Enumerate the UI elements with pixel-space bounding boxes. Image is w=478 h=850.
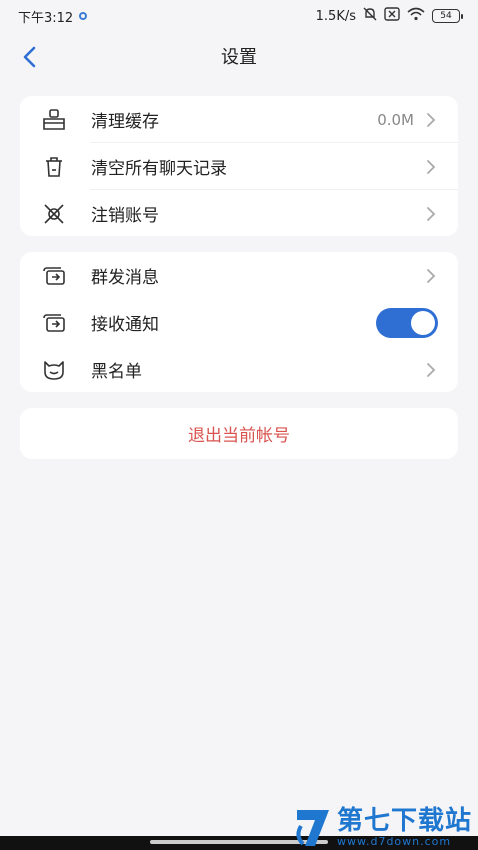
chevron-right-icon [424, 206, 438, 222]
settings-item-label: 黑名单 [91, 362, 142, 382]
notification-icon [40, 309, 68, 337]
cache-size-value: 0.0M [377, 110, 414, 129]
chevron-right-icon [424, 268, 438, 284]
settings-item-label: 注销账号 [91, 206, 159, 226]
settings-item-receive-notifications: 接收通知 [20, 299, 458, 346]
settings-item-clear-chat-history[interactable]: 清空所有聊天记录 [20, 143, 458, 190]
watermark-url: www.d7down.com [336, 834, 452, 848]
trash-icon [40, 153, 68, 181]
back-button[interactable] [14, 42, 44, 72]
notification-toggle[interactable] [376, 307, 438, 338]
status-left: 下午3:12 [18, 7, 88, 26]
chevron-right-icon [424, 159, 438, 175]
settings-item-label: 清理缓存 [91, 112, 159, 132]
settings-item-label: 群发消息 [91, 268, 159, 288]
settings-item-clear-cache[interactable]: 清理缓存 0.0M [20, 96, 458, 143]
wifi-icon [407, 7, 425, 25]
chevron-right-icon [424, 112, 438, 128]
nav-bar: 设置 [0, 34, 478, 78]
chevron-right-icon [424, 362, 438, 378]
cross-user-icon [40, 200, 68, 228]
battery-icon: 54 [432, 9, 463, 23]
cat-face-icon [40, 356, 68, 384]
settings-item-delete-account[interactable]: 注销账号 [20, 190, 458, 237]
network-speed: 1.5K/s [315, 8, 356, 24]
mute-icon [363, 7, 377, 25]
broom-icon [40, 106, 68, 134]
settings-item-broadcast[interactable]: 群发消息 [20, 252, 458, 299]
watermark-text: 第七下载站 www.d7down.com [337, 807, 472, 848]
toggle-knob [411, 310, 435, 335]
settings-group-messages: 群发消息 接收通知 黑名单 [20, 252, 458, 392]
sync-dot-icon [79, 12, 88, 20]
watermark-logo-icon [296, 810, 329, 846]
sim-icon [384, 7, 400, 25]
settings-item-label: 清空所有聊天记录 [91, 159, 227, 179]
status-right: 1.5K/s 54 [315, 7, 463, 25]
logout-button[interactable]: 退出当前帐号 [20, 408, 458, 459]
battery-level: 54 [440, 11, 452, 21]
page-title: 设置 [221, 47, 257, 68]
watermark: 第七下载站 www.d7down.com [293, 806, 472, 848]
settings-item-blacklist[interactable]: 黑名单 [20, 346, 458, 393]
watermark-title: 第七下载站 [336, 805, 472, 836]
status-bar: 下午3:12 1.5K/s 54 [0, 0, 478, 32]
settings-item-label: 接收通知 [91, 315, 159, 335]
status-time: 下午3:12 [18, 10, 74, 26]
logout-card: 退出当前帐号 [20, 408, 458, 459]
broadcast-icon [40, 262, 68, 290]
chevron-left-icon [23, 46, 36, 68]
settings-group-storage: 清理缓存 0.0M 清空所有聊天记录 注销账号 [20, 96, 458, 236]
